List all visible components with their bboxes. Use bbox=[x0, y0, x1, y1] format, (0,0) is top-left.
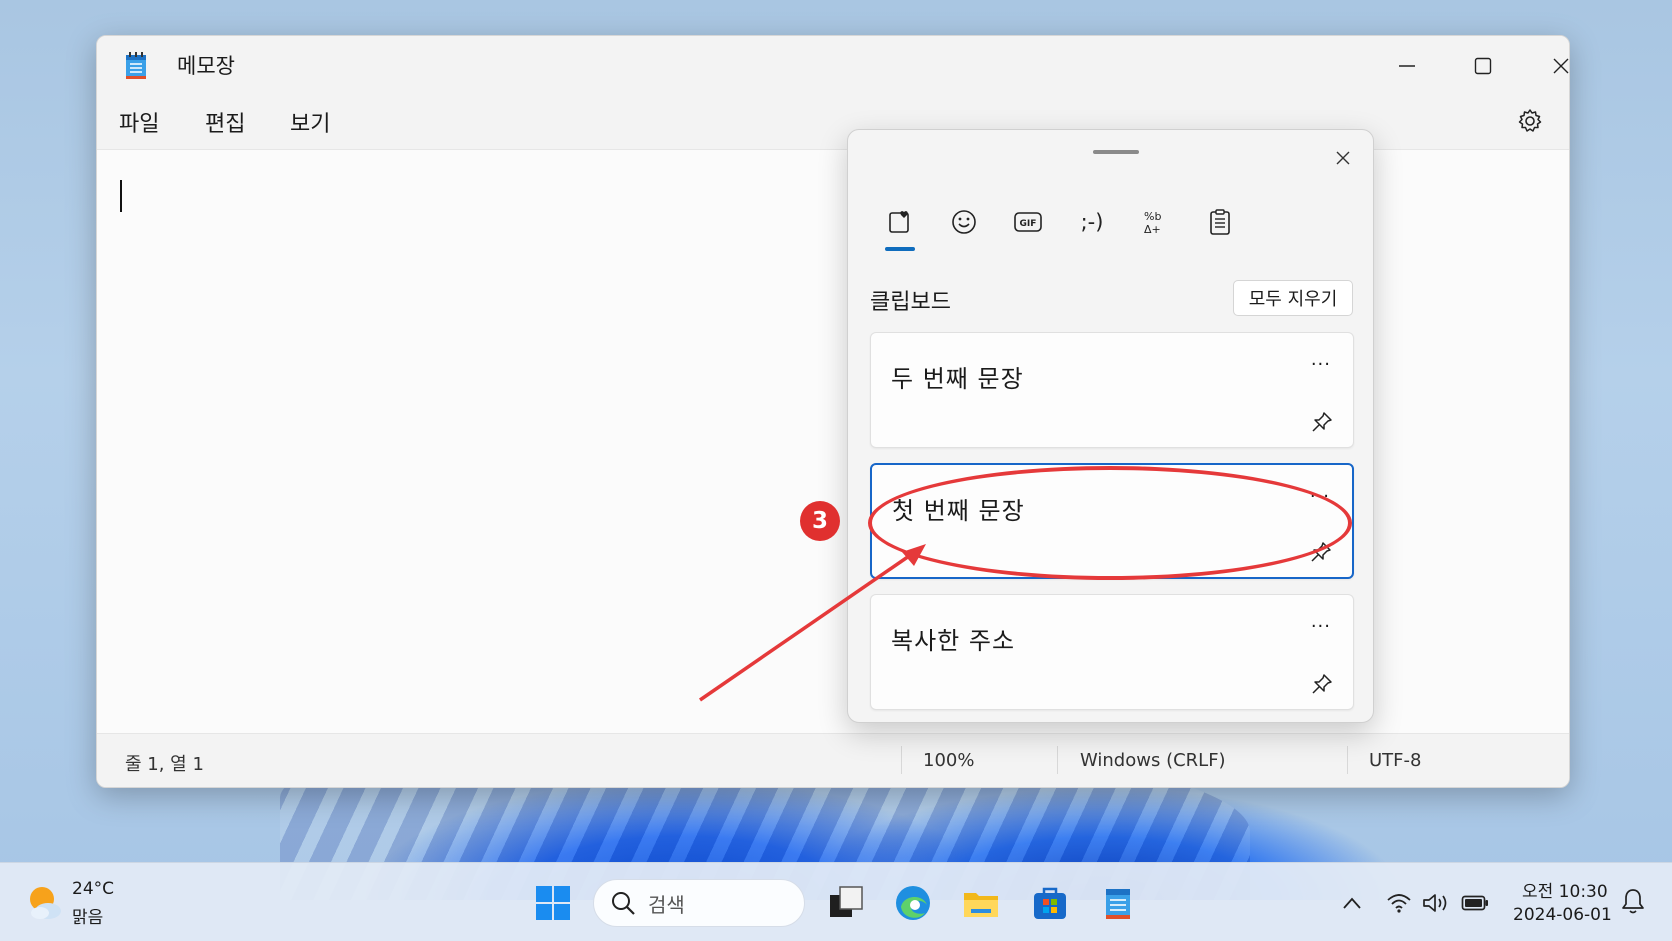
task-view-icon[interactable] bbox=[826, 883, 866, 923]
symbols-icon: %b Δ+ bbox=[1144, 210, 1161, 235]
menu-file[interactable]: 파일 bbox=[119, 106, 159, 138]
more-options-button[interactable]: ... bbox=[1311, 349, 1331, 370]
tab-clipboard[interactable] bbox=[1198, 200, 1242, 244]
notepad-app-icon bbox=[126, 52, 146, 79]
gif-icon: GIF bbox=[1014, 212, 1042, 232]
status-position: 줄 1, 열 1 bbox=[125, 754, 204, 775]
menu-view[interactable]: 보기 bbox=[290, 106, 330, 138]
status-encoding: UTF-8 bbox=[1369, 750, 1422, 771]
battery-icon bbox=[1461, 895, 1488, 911]
wifi-icon bbox=[1387, 894, 1411, 913]
weather-condition[interactable]: 맑음 bbox=[72, 903, 103, 928]
close-button[interactable] bbox=[1531, 44, 1569, 88]
step-badge: 3 bbox=[800, 501, 840, 541]
title-bar: 메모장 bbox=[97, 36, 1569, 92]
battery-status[interactable] bbox=[1460, 888, 1490, 918]
search-label: 검색 bbox=[648, 892, 685, 917]
drag-handle[interactable] bbox=[1093, 150, 1139, 154]
section-title: 클립보드 bbox=[870, 290, 951, 315]
pin-icon[interactable] bbox=[1311, 673, 1333, 695]
tab-emoji[interactable] bbox=[942, 200, 986, 244]
notification-bell-icon[interactable] bbox=[1620, 887, 1646, 915]
clock-time[interactable]: 오전 10:30 bbox=[1522, 877, 1608, 902]
pin-icon[interactable] bbox=[1311, 411, 1333, 433]
microsoft-store-icon[interactable] bbox=[1030, 883, 1070, 923]
status-separator bbox=[1057, 746, 1058, 774]
clipboard-icon bbox=[1210, 209, 1230, 235]
annotation-arrow-icon bbox=[699, 544, 926, 702]
tab-kaomoji[interactable]: ;-) bbox=[1070, 200, 1114, 244]
minimize-icon bbox=[1399, 65, 1415, 67]
panel-close-button[interactable] bbox=[1325, 140, 1361, 176]
emoji-icon bbox=[952, 210, 976, 234]
tab-gif[interactable]: GIF bbox=[1006, 200, 1050, 244]
minimize-button[interactable] bbox=[1377, 44, 1437, 88]
weather-sunny-cloud-icon[interactable] bbox=[24, 883, 64, 923]
show-hidden-icons-button[interactable] bbox=[1337, 888, 1367, 918]
window-title: 메모장 bbox=[177, 54, 235, 78]
svg-text:%b: %b bbox=[1144, 210, 1161, 223]
search-icon bbox=[612, 892, 635, 915]
volume-control[interactable] bbox=[1421, 888, 1451, 918]
gear-icon bbox=[1518, 109, 1542, 132]
chevron-up-icon bbox=[1343, 897, 1361, 909]
maximize-icon bbox=[1474, 57, 1492, 75]
status-bar: 줄 1, 열 1 100% Windows (CRLF) UTF-8 bbox=[97, 733, 1569, 787]
tab-symbols[interactable]: %b Δ+ bbox=[1134, 200, 1178, 244]
tab-favorites[interactable] bbox=[878, 200, 922, 244]
svg-text:GIF: GIF bbox=[1020, 219, 1037, 229]
clock-date[interactable]: 2024-06-01 bbox=[1513, 905, 1612, 925]
clipboard-item[interactable]: 복사한 주소 ... bbox=[870, 594, 1354, 710]
text-caret bbox=[120, 180, 122, 212]
notepad-taskbar-icon[interactable] bbox=[1098, 883, 1138, 923]
svg-text:Δ+: Δ+ bbox=[1144, 223, 1161, 235]
favorites-icon bbox=[889, 211, 909, 233]
active-tab-indicator bbox=[885, 247, 915, 251]
more-options-button[interactable]: ... bbox=[1311, 611, 1331, 632]
clipboard-item-text: 두 번째 문장 bbox=[891, 365, 1024, 393]
file-explorer-icon[interactable] bbox=[961, 883, 1001, 923]
status-zoom: 100% bbox=[923, 750, 975, 771]
taskbar: 24°C 맑음 검색 오전 10:30 2024-06-01 bbox=[0, 862, 1672, 941]
settings-button[interactable] bbox=[1513, 104, 1547, 138]
network-status[interactable] bbox=[1384, 888, 1414, 918]
clipboard-item[interactable]: 두 번째 문장 ... bbox=[870, 332, 1354, 448]
annotation-highlight-ellipse bbox=[868, 466, 1352, 580]
speaker-icon bbox=[1423, 894, 1447, 912]
status-separator bbox=[1347, 746, 1348, 774]
close-icon bbox=[1336, 151, 1350, 165]
windows-start-icon[interactable] bbox=[535, 885, 571, 921]
clear-all-button[interactable]: 모두 지우기 bbox=[1233, 280, 1353, 316]
weather-temperature[interactable]: 24°C bbox=[72, 879, 114, 899]
taskbar-search-box[interactable]: 검색 bbox=[593, 879, 805, 927]
close-icon bbox=[1553, 58, 1569, 74]
menu-edit[interactable]: 편집 bbox=[205, 106, 245, 138]
status-line-ending: Windows (CRLF) bbox=[1080, 750, 1226, 771]
maximize-button[interactable] bbox=[1453, 44, 1513, 88]
status-separator bbox=[901, 746, 902, 774]
edge-browser-icon[interactable] bbox=[893, 883, 933, 923]
